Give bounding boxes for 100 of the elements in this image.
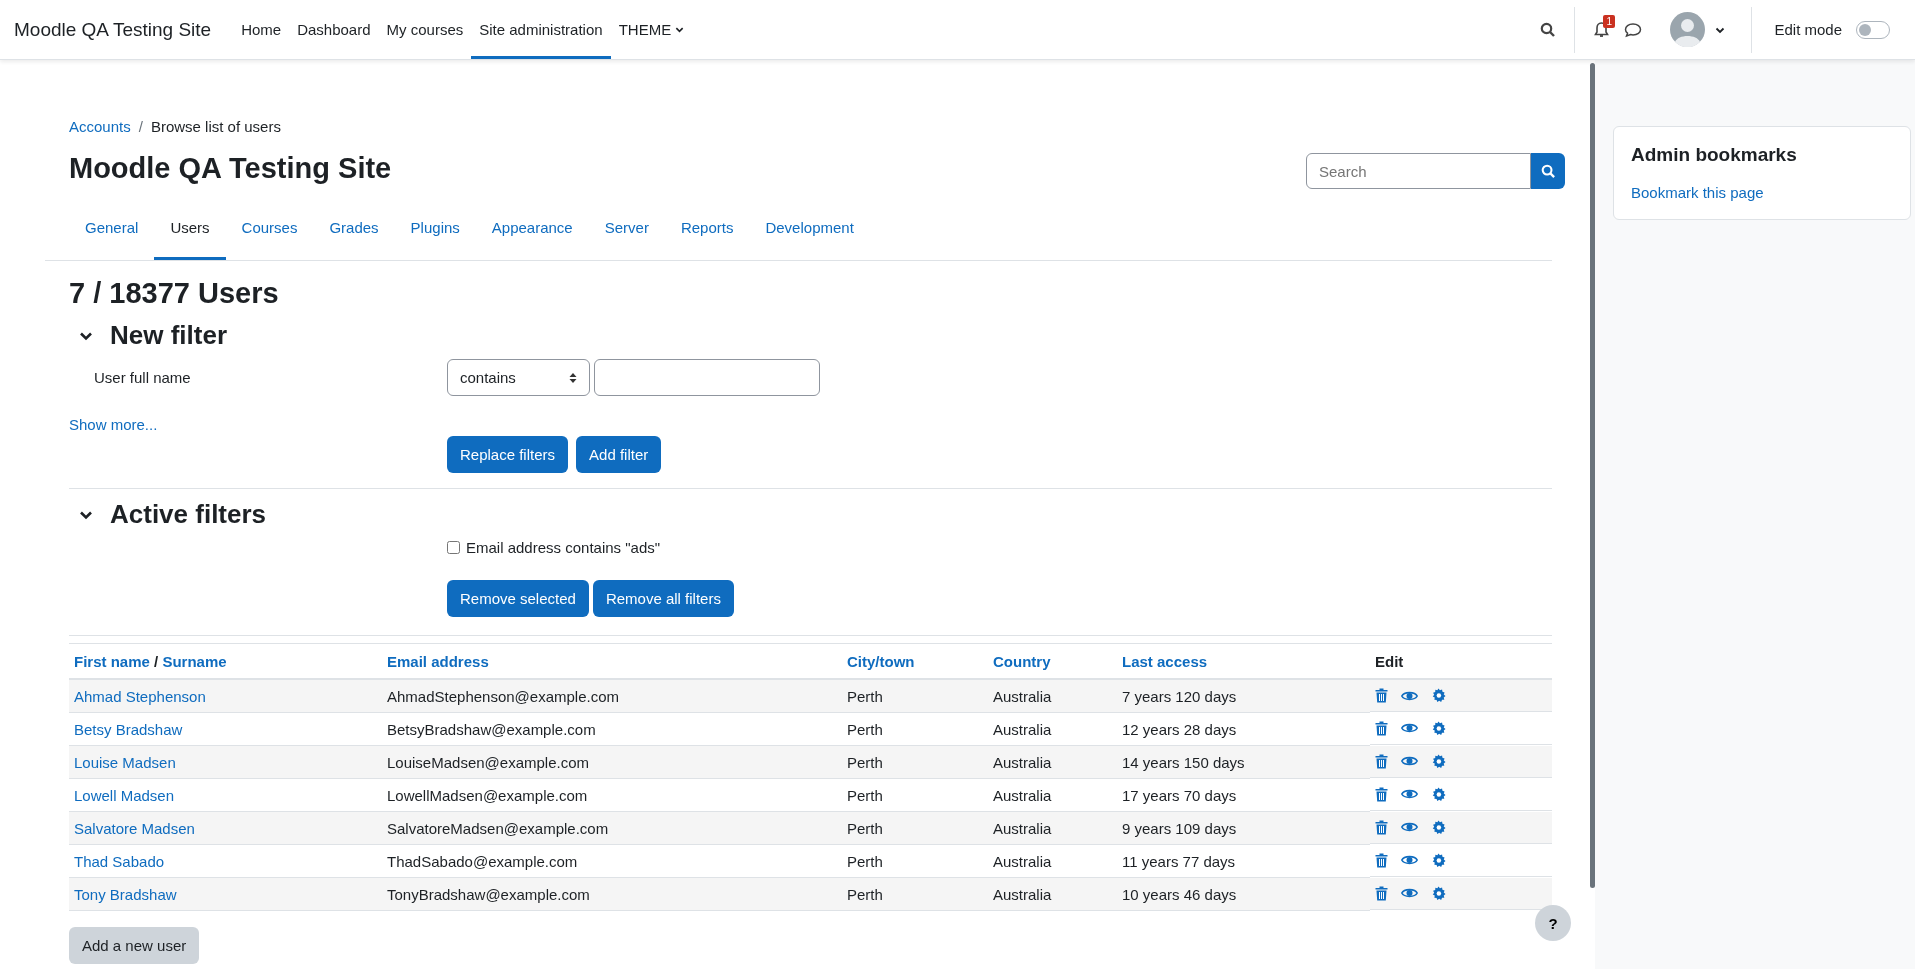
caret-icon (675, 25, 685, 34)
filter-button[interactable]: Add filter (576, 436, 662, 473)
sort-link[interactable]: City/town (847, 652, 915, 670)
table-cell: 17 years 70 days (1122, 786, 1237, 804)
nav-link[interactable]: My courses (378, 0, 472, 59)
filter-button[interactable]: Remove all filters (592, 580, 734, 617)
table-cell: Perth (847, 753, 883, 771)
section-heading: New filter (110, 320, 228, 351)
table-cell: TonyBradshaw@example.com (387, 885, 590, 903)
eye-icon[interactable] (1401, 722, 1418, 734)
user-name-link[interactable]: Thad Sabado (74, 852, 165, 870)
add-user-button[interactable]: Add a new user (69, 927, 200, 964)
trash-icon[interactable] (1375, 786, 1388, 802)
table-cell: Perth (847, 852, 883, 870)
table-cell: Australia (993, 885, 1052, 903)
trash-icon[interactable] (1375, 885, 1388, 901)
sort-arrows-icon (569, 371, 577, 384)
table-cell: AhmadStephenson@example.com (387, 687, 620, 705)
admin-tab[interactable]: Development (749, 206, 870, 260)
filter-checkbox[interactable] (447, 541, 460, 554)
trash-icon[interactable] (1375, 852, 1388, 868)
breadcrumb-separator: / (138, 118, 143, 135)
table-cell: Australia (993, 687, 1052, 705)
eye-icon[interactable] (1401, 788, 1418, 800)
gear-icon[interactable] (1431, 753, 1446, 769)
admin-tab[interactable]: General (69, 206, 155, 260)
breadcrumb-current: Browse list of users (150, 118, 281, 135)
search-field[interactable]: Search (1306, 153, 1531, 189)
filter-button[interactable]: Remove selected (447, 580, 589, 617)
admin-tab[interactable]: Plugins (394, 206, 476, 260)
table-cell: LouiseMadsen@example.com (387, 753, 589, 771)
table-cell: SalvatoreMadsen@example.com (387, 819, 609, 837)
gear-icon[interactable] (1431, 720, 1446, 736)
trash-icon[interactable] (1375, 753, 1388, 769)
trash-icon[interactable] (1375, 688, 1388, 703)
sort-link[interactable]: Email address (387, 652, 489, 670)
header-separator: / (154, 652, 159, 670)
table-cell: Perth (847, 819, 883, 837)
nav-link[interactable]: Dashboard (289, 0, 379, 59)
search-icon[interactable] (1540, 21, 1557, 38)
user-name-link[interactable]: Tony Bradshaw (74, 885, 177, 903)
admin-tab[interactable]: Grades (313, 206, 395, 260)
sort-link[interactable]: First name (74, 652, 150, 670)
admin-tab[interactable]: Users (154, 206, 226, 260)
table-cell: 7 years 120 days (1122, 687, 1237, 705)
search-button[interactable] (1531, 153, 1565, 189)
admin-tab[interactable]: Appearance (475, 206, 589, 260)
scrollbar[interactable] (1590, 63, 1595, 888)
admin-tab[interactable]: Reports (664, 206, 750, 260)
nav-link[interactable]: Home (233, 0, 290, 59)
operator-select[interactable]: contains (447, 359, 590, 396)
site-name[interactable]: Moodle QA Testing Site (14, 18, 212, 41)
user-name-link[interactable]: Betsy Bradshaw (74, 720, 183, 738)
trash-icon[interactable] (1375, 819, 1388, 835)
eye-icon[interactable] (1401, 689, 1418, 702)
table-cell: Australia (993, 852, 1052, 870)
table-cell: Perth (847, 720, 883, 738)
eye-icon[interactable] (1401, 755, 1418, 767)
page-title: Moodle QA Testing Site (69, 151, 392, 185)
gear-icon[interactable] (1431, 688, 1446, 703)
table-cell: LowellMadsen@example.com (387, 786, 588, 804)
gear-icon[interactable] (1431, 885, 1446, 901)
eye-icon[interactable] (1401, 821, 1418, 833)
table-cell: 12 years 28 days (1122, 720, 1237, 738)
table-cell: Perth (847, 885, 883, 903)
table-cell: 9 years 109 days (1122, 819, 1237, 837)
field-label: User full name (93, 369, 192, 386)
table-cell: BetsyBradshaw@example.com (387, 720, 596, 738)
eye-icon[interactable] (1401, 887, 1418, 899)
table-cell: Australia (993, 819, 1052, 837)
user-name-link[interactable]: Lowell Madsen (74, 786, 175, 804)
admin-tab[interactable]: Server (588, 206, 665, 260)
sort-link[interactable]: Country (993, 652, 1051, 670)
gear-icon[interactable] (1431, 819, 1446, 835)
breadcrumb-link[interactable]: Accounts (69, 118, 131, 135)
nav-link[interactable]: Site administration (471, 0, 611, 59)
gear-icon[interactable] (1431, 786, 1446, 802)
help-button[interactable]: ? (1535, 905, 1571, 941)
show-more-link[interactable]: Show more... (69, 416, 158, 433)
card-title: Admin bookmarks (1631, 144, 1798, 166)
bookmark-link[interactable]: Bookmark this page (1631, 184, 1764, 201)
edit-mode-switch[interactable] (1856, 20, 1890, 39)
sort-link[interactable]: Last access (1122, 652, 1208, 670)
table-cell: Perth (847, 786, 883, 804)
notification-count: 1 (1603, 14, 1615, 28)
name-input-field[interactable] (594, 359, 820, 396)
table-cell: Australia (993, 786, 1052, 804)
user-name-link[interactable]: Louise Madsen (74, 753, 176, 771)
table-cell: Australia (993, 753, 1052, 771)
table-cell: Perth (847, 687, 883, 705)
admin-tab[interactable]: Courses (225, 206, 314, 260)
trash-icon[interactable] (1375, 720, 1388, 736)
chat-bubble-icon[interactable] (1624, 21, 1643, 38)
nav-link[interactable]: THEME (610, 0, 693, 59)
filter-button[interactable]: Replace filters (447, 436, 569, 473)
table-cell: Australia (993, 720, 1052, 738)
sort-link[interactable]: Surname (162, 652, 227, 670)
gear-icon[interactable] (1431, 852, 1446, 868)
edit-mode-label: Edit mode (1774, 21, 1842, 38)
eye-icon[interactable] (1401, 854, 1418, 866)
